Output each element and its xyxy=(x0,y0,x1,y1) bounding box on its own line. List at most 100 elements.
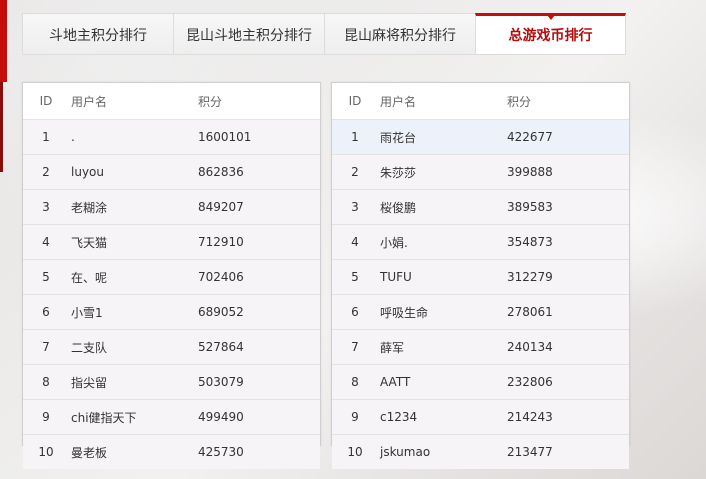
row-score: 702406 xyxy=(197,259,320,295)
tab-kunshan-doudizhu-ranking[interactable]: 昆山斗地主积分排行 xyxy=(173,13,324,55)
table-row: 10 jskumao 213477 xyxy=(332,434,629,469)
row-id: 9 xyxy=(332,399,379,435)
tab-total-coins-label: 总游戏币排行 xyxy=(508,28,593,44)
row-username: 雨花台 xyxy=(379,119,506,155)
row-id: 3 xyxy=(23,189,70,225)
table-row: 7 薛军 240134 xyxy=(332,329,629,365)
table-row: 1 雨花台 422677 xyxy=(332,119,629,155)
table-row: 1. 1600101 xyxy=(23,119,320,155)
row-id: 6 xyxy=(332,294,379,330)
row-username: chi健指天下 xyxy=(70,399,197,435)
row-username: c1234 xyxy=(379,399,506,435)
table-header-row: ID 用户名 积分 xyxy=(23,83,320,120)
row-username: jskumao xyxy=(379,434,506,469)
column-header-id: ID xyxy=(332,83,379,120)
right-ranking-panel: ID 用户名 积分 1 雨花台 422677 2 朱莎莎 399888 3 桜俊鹏 3895… xyxy=(331,82,630,469)
row-id: 9 xyxy=(23,399,70,435)
row-id: 10 xyxy=(332,434,379,469)
column-header-score: 积分 xyxy=(506,83,629,120)
left-ranking-panel: ID 用户名 积分 1. 1600101 2 luyou 862836 3 老糊涂 849… xyxy=(22,82,321,469)
row-id: 1 xyxy=(332,119,379,155)
row-username: 老糊涂 xyxy=(70,189,197,225)
row-score: 1600101 xyxy=(197,119,320,155)
column-header-username: 用户名 xyxy=(379,83,506,120)
row-score: 213477 xyxy=(506,434,629,469)
row-score: 240134 xyxy=(506,329,629,365)
row-score: 354873 xyxy=(506,224,629,260)
row-score: 849207 xyxy=(197,189,320,225)
table-row: 3 桜俊鹏 389583 xyxy=(332,189,629,225)
row-username: 曼老板 xyxy=(70,434,197,469)
table-row: 4 飞天猫 712910 xyxy=(23,224,320,260)
row-username: 飞天猫 xyxy=(70,224,197,260)
column-header-username: 用户名 xyxy=(70,83,197,120)
left-ranking-table: ID 用户名 积分 1. 1600101 2 luyou 862836 3 老糊涂 849… xyxy=(23,83,320,469)
row-score: 399888 xyxy=(506,154,629,190)
tab-total-coins-ranking[interactable]: 总游戏币排行 xyxy=(475,13,626,55)
row-score: 389583 xyxy=(506,189,629,225)
table-row: 4 小娟. 354873 xyxy=(332,224,629,260)
row-score: 232806 xyxy=(506,364,629,400)
row-id: 4 xyxy=(332,224,379,260)
row-username: luyou xyxy=(70,154,197,190)
table-row: 8 AATT 232806 xyxy=(332,364,629,400)
tab-doudizhu-ranking[interactable]: 斗地主积分排行 xyxy=(22,13,173,55)
row-username: 二支队 xyxy=(70,329,197,365)
row-username: TUFU xyxy=(379,259,506,295)
row-id: 8 xyxy=(23,364,70,400)
table-row: 2 luyou 862836 xyxy=(23,154,320,190)
row-username: 薛军 xyxy=(379,329,506,365)
table-row: 3 老糊涂 849207 xyxy=(23,189,320,225)
row-score: 312279 xyxy=(506,259,629,295)
row-id: 7 xyxy=(332,329,379,365)
row-username: 呼吸生命 xyxy=(379,294,506,330)
table-row: 9 chi健指天下 499490 xyxy=(23,399,320,435)
row-id: 5 xyxy=(23,259,70,295)
row-id: 8 xyxy=(332,364,379,400)
table-row: 6 小雪1 689052 xyxy=(23,294,320,330)
table-row: 8 指尖留 503079 xyxy=(23,364,320,400)
row-username: 朱莎莎 xyxy=(379,154,506,190)
table-row: 2 朱莎莎 399888 xyxy=(332,154,629,190)
row-username: 小雪1 xyxy=(70,294,197,330)
row-score: 527864 xyxy=(197,329,320,365)
table-row: 5 在、呢 702406 xyxy=(23,259,320,295)
row-username: . xyxy=(70,119,197,155)
row-score: 503079 xyxy=(197,364,320,400)
row-score: 689052 xyxy=(197,294,320,330)
tab-kunshan-mahjong-ranking[interactable]: 昆山麻将积分排行 xyxy=(324,13,475,55)
row-score: 278061 xyxy=(506,294,629,330)
table-row: 10 曼老板 425730 xyxy=(23,434,320,469)
row-username: 小娟. xyxy=(379,224,506,260)
row-username: AATT xyxy=(379,364,506,400)
column-header-id: ID xyxy=(23,83,70,120)
row-id: 6 xyxy=(23,294,70,330)
row-username: 桜俊鹏 xyxy=(379,189,506,225)
table-row: 6 呼吸生命 278061 xyxy=(332,294,629,330)
row-id: 4 xyxy=(23,224,70,260)
left-red-strip xyxy=(0,0,7,82)
row-score: 862836 xyxy=(197,154,320,190)
row-id: 1 xyxy=(23,119,70,155)
row-score: 712910 xyxy=(197,224,320,260)
active-tab-caret-icon xyxy=(546,15,555,20)
left-dark-strip xyxy=(0,82,3,172)
row-score: 425730 xyxy=(197,434,320,469)
row-id: 2 xyxy=(332,154,379,190)
row-id: 3 xyxy=(332,189,379,225)
table-row: 9 c1234 214243 xyxy=(332,399,629,435)
row-id: 5 xyxy=(332,259,379,295)
row-score: 422677 xyxy=(506,119,629,155)
table-row: 5 TUFU 312279 xyxy=(332,259,629,295)
row-id: 2 xyxy=(23,154,70,190)
row-username: 在、呢 xyxy=(70,259,197,295)
right-ranking-table: ID 用户名 积分 1 雨花台 422677 2 朱莎莎 399888 3 桜俊鹏 3895… xyxy=(332,83,629,469)
table-header-row: ID 用户名 积分 xyxy=(332,83,629,120)
row-score: 499490 xyxy=(197,399,320,435)
row-id: 10 xyxy=(23,434,70,469)
ranking-tabs: 斗地主积分排行 昆山斗地主积分排行 昆山麻将积分排行 总游戏币排行 xyxy=(22,13,626,56)
row-score: 214243 xyxy=(506,399,629,435)
column-header-score: 积分 xyxy=(197,83,320,120)
row-id: 7 xyxy=(23,329,70,365)
row-username: 指尖留 xyxy=(70,364,197,400)
